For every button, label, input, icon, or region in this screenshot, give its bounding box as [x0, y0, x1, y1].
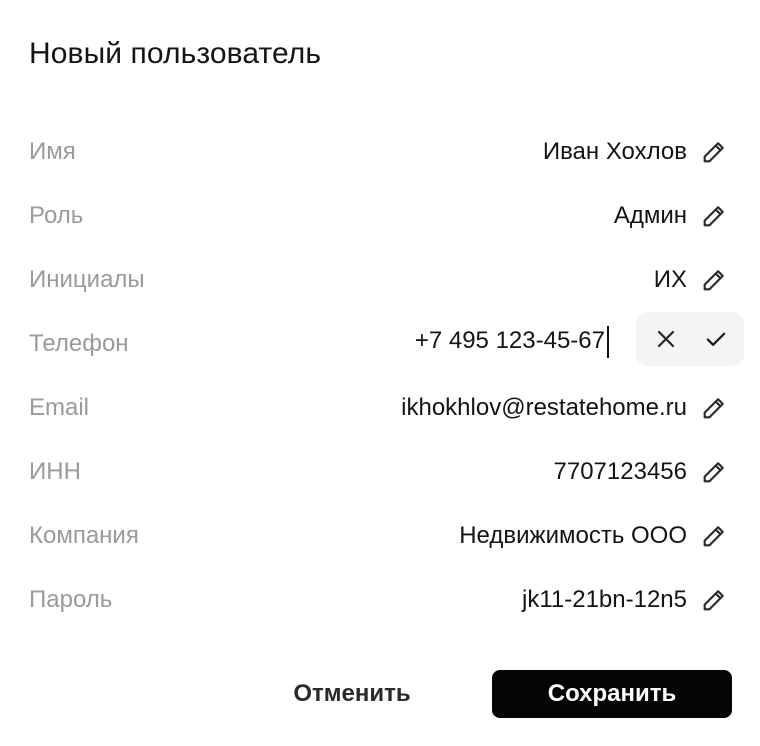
user-fields: Имя Иван Хохлов Роль Админ Инициалы ИХ Т… [0, 120, 760, 632]
phone-edit-wrap [369, 318, 609, 364]
field-row-inn: ИНН 7707123456 [0, 440, 760, 504]
field-label: ИНН [29, 458, 81, 485]
field-value: 7707123456 [553, 458, 687, 485]
field-row-phone: Телефон [0, 312, 760, 376]
field-label: Компания [29, 522, 139, 549]
field-label: Инициалы [29, 266, 145, 293]
edit-actions [636, 312, 744, 366]
check-icon[interactable] [702, 325, 730, 353]
phone-input[interactable] [369, 318, 609, 364]
text-caret [607, 326, 609, 358]
field-row-initials: Инициалы ИХ [0, 248, 760, 312]
dialog-title: Новый пользователь [29, 37, 322, 70]
field-label: Email [29, 394, 90, 421]
field-value: jk11-21bn-12n5 [521, 586, 687, 613]
close-icon[interactable] [652, 325, 680, 353]
pencil-icon[interactable] [700, 266, 728, 294]
pencil-icon[interactable] [700, 586, 728, 614]
field-row-email: Email ikhokhlov@restatehome.ru [0, 376, 760, 440]
field-label: Телефон [29, 330, 129, 357]
field-value: ИХ [653, 266, 687, 293]
field-label: Имя [29, 138, 76, 165]
pencil-icon[interactable] [700, 394, 728, 422]
field-row-password: Пароль jk11-21bn-12n5 [0, 568, 760, 632]
field-row-name: Имя Иван Хохлов [0, 120, 760, 184]
field-row-company: Компания Недвижимость ООО [0, 504, 760, 568]
field-value-clip: ikhokhlov@restatehome.ru [401, 390, 687, 426]
pencil-icon[interactable] [700, 458, 728, 486]
field-label: Пароль [29, 586, 113, 613]
field-value: ikhokhlov@restatehome.ru [401, 394, 687, 421]
new-user-dialog: Новый пользователь Имя Иван Хохлов Роль … [0, 0, 760, 746]
pencil-icon[interactable] [700, 522, 728, 550]
pencil-icon[interactable] [700, 202, 728, 230]
field-value: Недвижимость ООО [459, 522, 687, 549]
field-value: Иван Хохлов [542, 138, 687, 165]
pencil-icon[interactable] [700, 138, 728, 166]
save-button[interactable]: Сохранить [492, 670, 732, 718]
cancel-button[interactable]: Отменить [272, 670, 432, 718]
field-label: Роль [29, 202, 84, 229]
field-value: Админ [613, 202, 687, 229]
field-row-role: Роль Админ [0, 184, 760, 248]
